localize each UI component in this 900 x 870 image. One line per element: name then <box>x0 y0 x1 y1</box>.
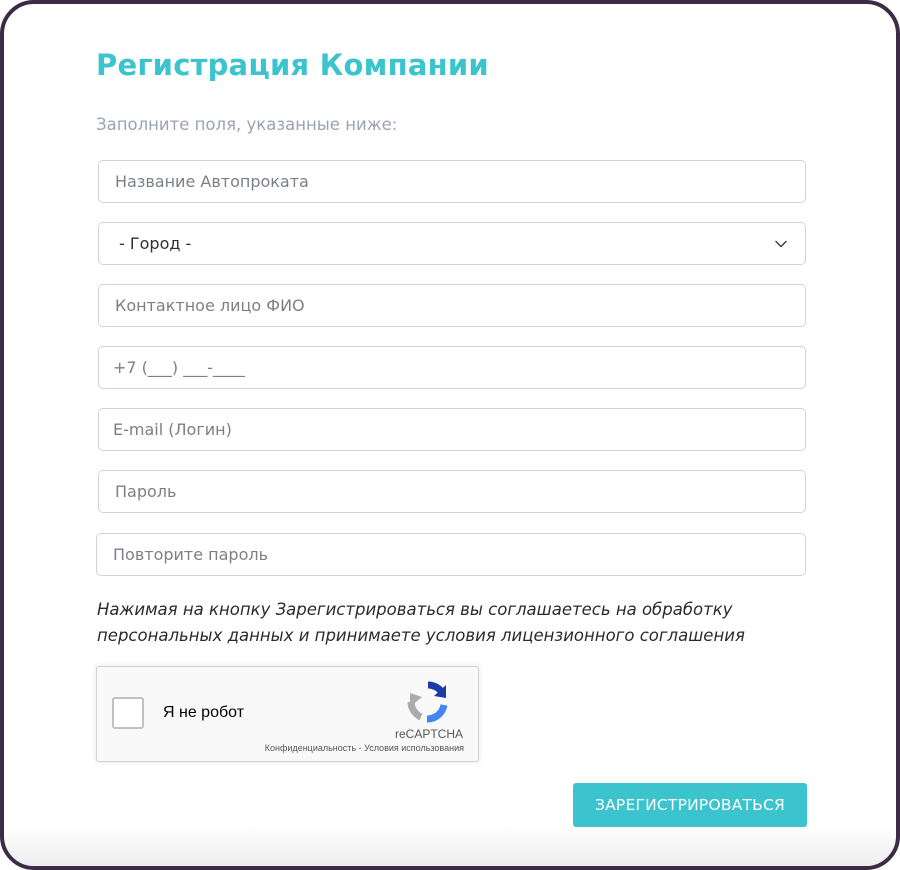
chevron-down-icon <box>775 238 787 250</box>
phone-input[interactable] <box>98 346 806 389</box>
password-input[interactable] <box>98 470 806 513</box>
form-subtitle: Заполните поля, указанные ниже: <box>96 115 398 134</box>
captcha-checkbox[interactable] <box>112 697 144 729</box>
captcha-terms-link[interactable]: Условия использования <box>364 743 464 753</box>
captcha-label: Я не робот <box>163 704 245 721</box>
captcha-brand: reCAPTCHA <box>394 727 463 741</box>
register-button[interactable]: ЗАРЕГИСТРИРОВАТЬСЯ <box>573 783 807 827</box>
consent-text: Нажимая на кнопку Зарегистрироваться вы … <box>97 600 745 645</box>
city-select[interactable]: - Город - <box>98 222 806 265</box>
page-title: Регистрация Компании <box>96 48 489 82</box>
registration-window: Регистрация Компании Заполните поля, ука… <box>0 0 900 870</box>
recaptcha-widget: Я не робот reCAPTCHA Конфиденциальность … <box>96 666 479 762</box>
captcha-privacy-link[interactable]: Конфиденциальность <box>265 743 356 753</box>
contact-person-input[interactable] <box>98 284 806 327</box>
captcha-links: Конфиденциальность - Условия использован… <box>265 743 464 753</box>
password-repeat-input[interactable] <box>96 533 806 576</box>
captcha-links-separator: - <box>356 743 365 753</box>
company-name-input[interactable] <box>98 160 806 203</box>
email-input[interactable] <box>98 408 806 451</box>
city-select-value: - Город - <box>119 234 192 253</box>
recaptcha-logo-icon <box>407 681 449 723</box>
